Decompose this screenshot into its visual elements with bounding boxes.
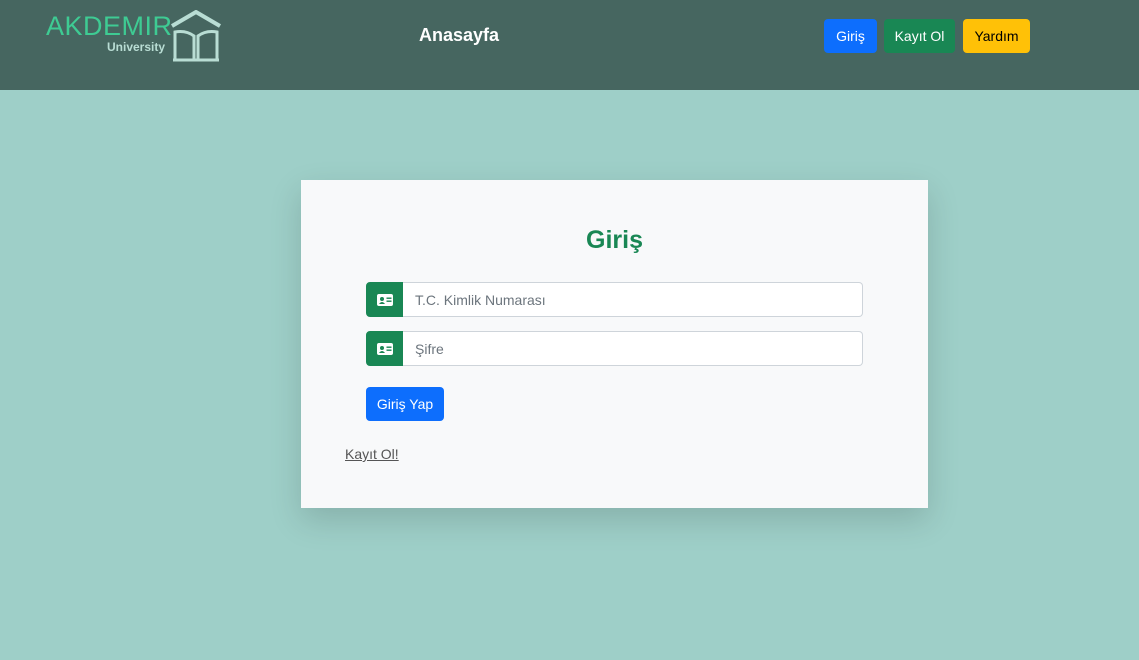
book-house-logo-icon	[170, 10, 222, 62]
brand-logo[interactable]: AKDEMIR University	[44, 9, 224, 64]
tc-input-group	[366, 282, 863, 317]
navbar: AKDEMIR University Anasayfa Giriş Kayıt …	[0, 0, 1139, 90]
login-title: Giriş	[586, 226, 643, 254]
login-card: Giriş Giriş Yap Kayıt Ol!	[301, 180, 928, 508]
tc-kimlik-input[interactable]	[403, 282, 863, 317]
brand-name: AKDEMIR	[46, 11, 173, 41]
id-card-icon	[366, 331, 403, 366]
register-link[interactable]: Kayıt Ol!	[345, 446, 399, 462]
id-card-icon	[366, 282, 403, 317]
brand-subtitle: University	[107, 40, 166, 54]
submit-login-button[interactable]: Giriş Yap	[366, 387, 444, 421]
password-input-group	[366, 331, 863, 366]
nav-home-link[interactable]: Anasayfa	[419, 25, 499, 46]
password-input[interactable]	[403, 331, 863, 366]
login-button[interactable]: Giriş	[824, 19, 877, 53]
register-button[interactable]: Kayıt Ol	[884, 19, 955, 53]
help-button[interactable]: Yardım	[963, 19, 1030, 53]
